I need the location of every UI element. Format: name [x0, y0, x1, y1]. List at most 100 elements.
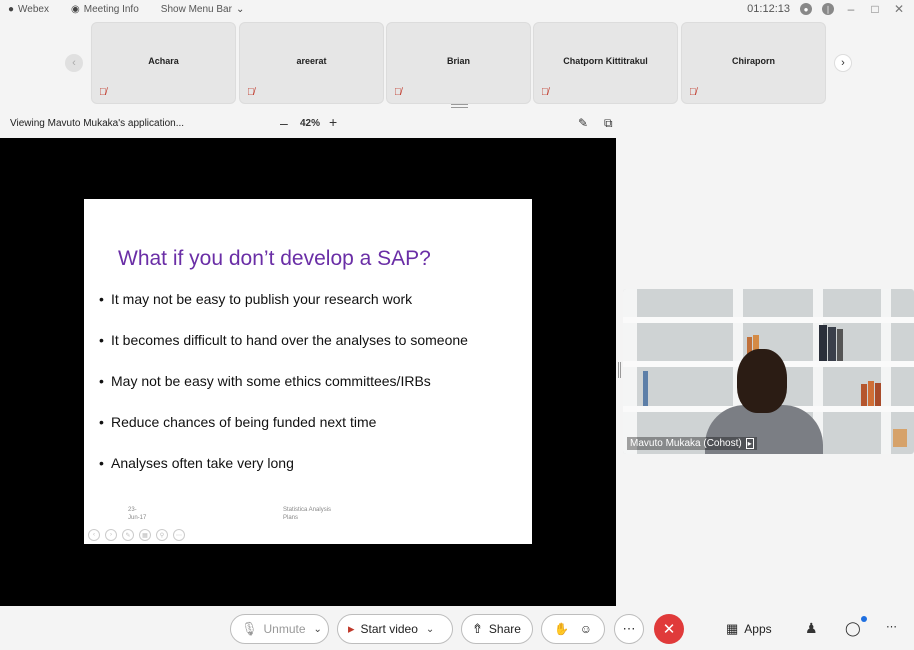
- shelf-board: [623, 317, 914, 323]
- shelf-post: [881, 289, 891, 454]
- next-slide-icon[interactable]: ›: [105, 529, 117, 541]
- slides-icon[interactable]: ▦: [139, 529, 151, 541]
- leave-meeting-button[interactable]: ✕: [654, 614, 684, 644]
- slide-bullet: • Analyses often take very long: [99, 455, 294, 471]
- unmute-button[interactable]: 🎙 Unmute ⌄: [230, 614, 329, 644]
- meeting-controls: 🎙 Unmute ⌄ ▸ Start video ⌄ ⇮ Share ✋ ☺ ⋯…: [0, 608, 914, 650]
- participant-tile[interactable]: areerat 🎙̸: [239, 22, 384, 104]
- webex-logo-icon: ●: [8, 3, 15, 15]
- show-menu-bar-label: Show Menu Bar: [160, 3, 232, 15]
- more-options-button[interactable]: ⋯: [614, 614, 644, 644]
- apps-icon: ▦: [726, 621, 739, 636]
- active-speaker-video[interactable]: Mavuto Mukaka (Cohost) ▸: [623, 289, 914, 454]
- share-toolbar: Viewing Mavuto Mukaka's application... –…: [0, 112, 620, 136]
- meeting-info-button[interactable]: ◉ Meeting Info: [71, 4, 139, 15]
- meeting-timer: 01:12:13: [747, 3, 790, 15]
- muted-mic-icon: 🎙̸: [394, 87, 402, 98]
- pen-icon[interactable]: ✎: [122, 529, 134, 541]
- slide-date: 23-Jun-17: [128, 507, 147, 521]
- apps-label: Apps: [744, 622, 772, 636]
- participant-tile[interactable]: Achara 🎙̸: [91, 22, 236, 104]
- title-bar-right: 01:12:13 ● ∣ – □ ✕: [747, 0, 906, 18]
- minimize-icon[interactable]: –: [844, 2, 858, 16]
- zoom-level[interactable]: 42%: [300, 118, 320, 129]
- maximize-icon[interactable]: □: [868, 2, 882, 16]
- slide-footer: Statistica Analysis Plans: [283, 507, 332, 521]
- participant-name: Chatporn Kittitrakul: [563, 56, 648, 66]
- shelf-post: [623, 289, 637, 454]
- zoom-icon[interactable]: ⚲: [156, 529, 168, 541]
- book: [828, 327, 836, 361]
- participant-name: areerat: [296, 56, 327, 66]
- bullet-text: Analyses often take very long: [111, 455, 294, 471]
- chevron-left-icon: ‹: [72, 57, 76, 69]
- close-icon: ✕: [662, 621, 676, 638]
- unmute-label: Unmute: [263, 622, 306, 636]
- speaker-name-label: Mavuto Mukaka (Cohost) ▸: [627, 437, 757, 450]
- overflow-icon[interactable]: ⋯: [886, 620, 897, 633]
- participant-name: Chiraporn: [731, 56, 775, 66]
- prev-slide-icon[interactable]: ‹: [88, 529, 100, 541]
- annotate-icon[interactable]: ✎: [578, 116, 588, 130]
- book: [861, 384, 867, 406]
- strip-prev-button[interactable]: ‹: [65, 54, 83, 72]
- app-name: Webex: [18, 3, 49, 15]
- participant-name: Achara: [148, 56, 179, 66]
- show-menu-bar-button[interactable]: Show Menu Bar ⌄: [161, 4, 245, 15]
- pane-splitter[interactable]: [618, 362, 621, 378]
- share-label: Share: [488, 622, 521, 636]
- muted-mic-icon: 🎙̸: [247, 87, 255, 98]
- chevron-down-icon[interactable]: ⌄: [426, 624, 434, 635]
- participants-icon[interactable]: ♟: [805, 620, 818, 637]
- speaker-name: Mavuto Mukaka (Cohost): [630, 438, 742, 449]
- screen-share-icon: ▸: [745, 438, 754, 449]
- chat-notification-dot: [861, 616, 867, 622]
- bullet-text: It becomes difficult to hand over the an…: [111, 332, 468, 348]
- presentation-slide: What if you don’t develop a SAP? • It may…: [84, 199, 532, 544]
- slide-bullet-list: • It may not be easy to publish your rese…: [92, 291, 522, 496]
- viewing-label: Viewing Mavuto Mukaka's application...: [10, 118, 185, 129]
- chevron-down-icon[interactable]: ⌄: [314, 624, 322, 635]
- meeting-info-label: Meeting Info: [83, 3, 139, 15]
- muted-mic-icon: 🎙: [241, 621, 258, 636]
- participant-tile[interactable]: Chiraporn 🎙̸: [681, 22, 826, 104]
- zoom-in-button[interactable]: +: [329, 114, 337, 130]
- muted-mic-icon: 🎙̸: [99, 87, 107, 98]
- participant-tile[interactable]: Chatporn Kittitrakul 🎙̸: [533, 22, 678, 104]
- muted-mic-icon: 🎙̸: [689, 87, 697, 98]
- strip-resize-handle[interactable]: [451, 104, 468, 108]
- shared-content-area[interactable]: What if you don’t develop a SAP? • It may…: [0, 138, 616, 606]
- strip-next-button[interactable]: ›: [834, 54, 852, 72]
- chat-icon[interactable]: ◯: [845, 620, 861, 637]
- slide-controls: ‹ › ✎ ▦ ⚲ ⋯: [88, 529, 185, 541]
- book: [893, 429, 907, 447]
- bullet-text: It may not be easy to publish your resea…: [111, 291, 413, 307]
- share-button[interactable]: ⇮ Share: [461, 614, 533, 644]
- raise-hand-icon[interactable]: ✋: [554, 622, 569, 636]
- book: [819, 325, 827, 361]
- share-icon: ⇮: [472, 621, 483, 636]
- participant-name: Brian: [446, 56, 470, 66]
- chevron-down-icon: ⌄: [235, 3, 245, 15]
- popout-icon[interactable]: ⧉: [604, 116, 613, 131]
- speaker-head: [737, 349, 787, 413]
- more-icon[interactable]: ⋯: [173, 529, 185, 541]
- apps-button[interactable]: ▦ Apps: [726, 621, 772, 637]
- recording-status-icon[interactable]: ●: [800, 3, 812, 15]
- connection-stats-icon[interactable]: ∣: [822, 3, 834, 15]
- slide-bullet: • It becomes difficult to hand over the a…: [99, 332, 468, 348]
- app-brand: ● Webex: [8, 4, 49, 15]
- chevron-right-icon: ›: [841, 57, 845, 69]
- start-video-button[interactable]: ▸ Start video ⌄: [337, 614, 453, 644]
- participant-tile[interactable]: Brian 🎙̸: [386, 22, 531, 104]
- reactions-icon[interactable]: ☺: [580, 622, 592, 636]
- close-icon[interactable]: ✕: [892, 2, 906, 16]
- book: [875, 383, 881, 406]
- participant-strip: ‹ Achara 🎙̸ areerat 🎙̸ Brian 🎙̸ Chatporn…: [0, 18, 914, 106]
- zoom-out-button[interactable]: –: [280, 115, 288, 131]
- bullet-text: May not be easy with some ethics committ…: [111, 373, 431, 389]
- video-off-icon: ▸: [348, 621, 355, 636]
- slide-bullet: • Reduce chances of being funded next tim…: [99, 414, 377, 430]
- title-bar: ● Webex ◉ Meeting Info Show Menu Bar ⌄ 0…: [0, 0, 914, 18]
- book: [837, 329, 843, 361]
